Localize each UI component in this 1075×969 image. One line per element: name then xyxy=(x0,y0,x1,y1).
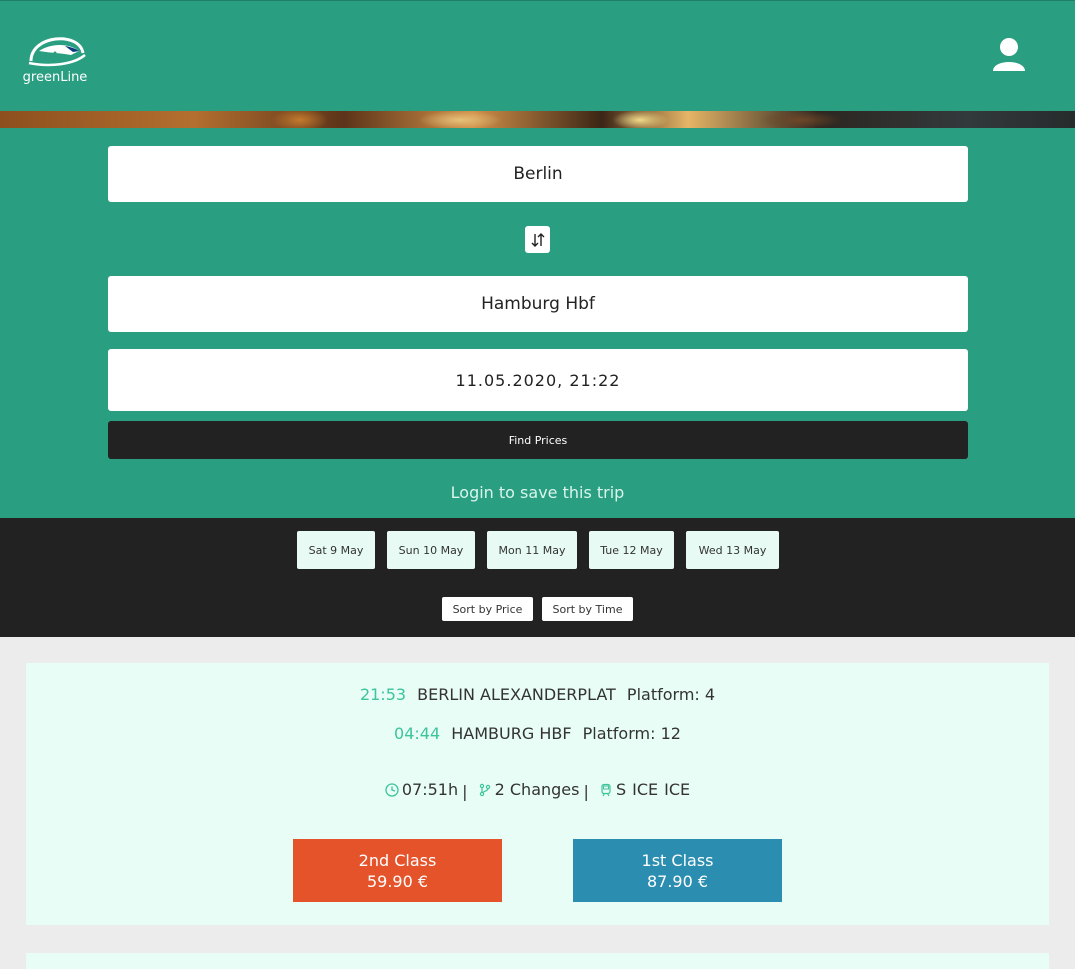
header-bar: greenLine xyxy=(0,0,1075,111)
first-class-price-button[interactable]: 1st Class 87.90 € xyxy=(573,839,782,902)
duration-item: 07:51h xyxy=(385,780,458,799)
departure-line: 21:53 BERLIN ALEXANDERPLAT Platform: 4 xyxy=(26,685,1049,704)
day-button-mon-11-may[interactable]: Mon 11 May xyxy=(487,531,577,569)
train-logo-icon xyxy=(28,37,86,67)
user-icon xyxy=(993,38,1025,71)
arrival-time: 04:44 xyxy=(394,724,441,743)
connection-meta: 07:51h | 2 Changes | S ICE ICE xyxy=(26,780,1049,801)
separator: | xyxy=(462,781,468,801)
arrival-platform: Platform: 12 xyxy=(582,724,681,743)
branch-icon xyxy=(479,783,490,796)
changes-item: 2 Changes xyxy=(478,780,580,799)
day-button-tue-12-may[interactable]: Tue 12 May xyxy=(589,531,674,569)
first-class-price: 87.90 € xyxy=(646,871,709,891)
user-account-button[interactable] xyxy=(990,37,1028,73)
from-station-input[interactable]: Berlin xyxy=(108,146,968,202)
first-class-label: 1st Class xyxy=(641,850,714,870)
greenline-logo[interactable]: greenLine xyxy=(21,23,89,91)
second-class-price-button[interactable]: 2nd Class 59.90 € xyxy=(293,839,502,902)
find-prices-button[interactable]: Find Prices xyxy=(108,421,968,459)
train-icon xyxy=(601,783,611,796)
login-to-save-link[interactable]: Login to save this trip xyxy=(0,483,1075,502)
sort-by-price-button[interactable]: Sort by Price xyxy=(442,597,533,621)
datetime-input[interactable]: 11.05.2020, 21:22 xyxy=(108,349,968,411)
products-item: S ICE ICE xyxy=(599,780,690,799)
app-header: greenLine xyxy=(0,0,1075,128)
second-class-label: 2nd Class xyxy=(358,850,437,870)
date-selector-strip: Sat 9 May Sun 10 May Mon 11 May Tue 12 M… xyxy=(0,518,1075,637)
day-button-sat-9-may[interactable]: Sat 9 May xyxy=(297,531,375,569)
clock-icon xyxy=(385,782,399,797)
product-label: S xyxy=(615,780,627,799)
sort-by-time-button[interactable]: Sort by Time xyxy=(542,597,633,621)
departure-time: 21:53 xyxy=(359,685,407,704)
departure-station: BERLIN ALEXANDERPLAT xyxy=(417,685,616,704)
to-station-input[interactable]: Hamburg Hbf xyxy=(108,276,968,332)
connection-card: 21:53 BERLIN ALEXANDERPLAT Platform: 4 0… xyxy=(26,663,1049,925)
product-label: ICE xyxy=(664,780,691,799)
day-button-sun-10-may[interactable]: Sun 10 May xyxy=(387,531,475,569)
second-class-price: 59.90 € xyxy=(366,871,429,891)
duration-text: 07:51h xyxy=(401,780,459,799)
connection-card xyxy=(26,953,1049,969)
departure-platform: Platform: 4 xyxy=(626,685,716,704)
search-panel: Berlin Hamburg Hbf 11.05.2020, 21:22 Fin… xyxy=(0,128,1075,518)
swap-stations-button[interactable] xyxy=(525,226,550,253)
swap-vertical-icon xyxy=(531,232,544,247)
separator: | xyxy=(583,781,589,801)
arrival-station: HAMBURG HBF xyxy=(451,724,572,743)
arrival-line: 04:44 HAMBURG HBF Platform: 12 xyxy=(26,724,1049,743)
product-label: ICE xyxy=(632,780,659,799)
day-button-wed-13-may[interactable]: Wed 13 May xyxy=(686,531,779,569)
changes-text: 2 Changes xyxy=(494,780,580,799)
logo-text: greenLine xyxy=(22,70,88,85)
